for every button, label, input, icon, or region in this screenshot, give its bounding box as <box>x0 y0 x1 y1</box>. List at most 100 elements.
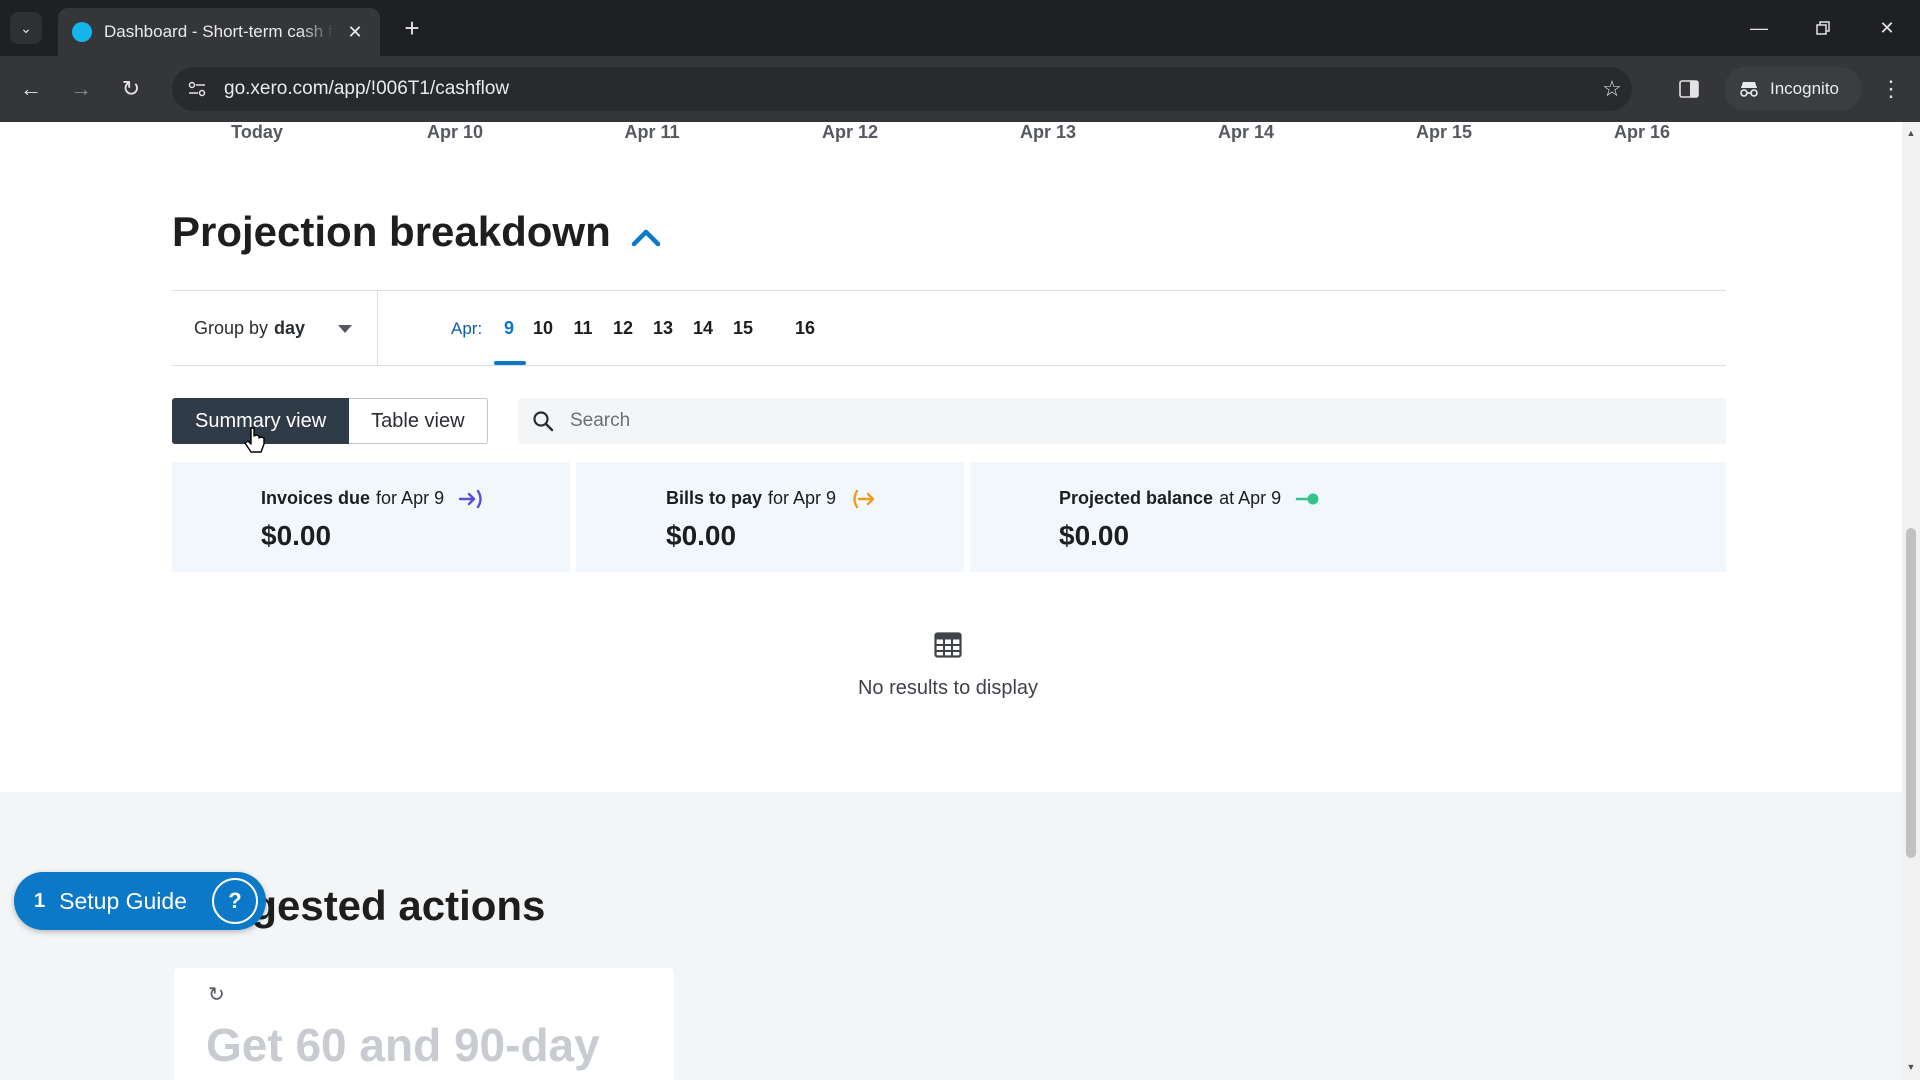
arrow-in-icon <box>458 489 482 508</box>
table-view-button[interactable]: Table view <box>349 398 488 444</box>
card-value: $0.00 <box>261 520 332 551</box>
caret-down-icon <box>338 325 352 333</box>
day-tab-13[interactable]: 13 <box>653 318 673 339</box>
browser-menu-button[interactable]: ⋮ <box>1874 72 1908 106</box>
setup-guide-count: 1 <box>34 889 46 912</box>
help-chat-icon[interactable]: ? <box>212 878 258 924</box>
day-tab-12[interactable]: 12 <box>613 318 633 339</box>
scroll-down-icon[interactable]: ▼ <box>1906 1062 1916 1072</box>
close-icon[interactable]: ✕ <box>344 22 366 43</box>
minimize-icon: — <box>1750 17 1768 38</box>
xero-favicon-icon <box>72 22 92 42</box>
chevron-up-icon <box>631 229 661 247</box>
axis-date-label: Apr 11 <box>624 122 680 142</box>
group-by-prefix: Group by <box>194 317 269 338</box>
browser-toolbar: ← → ↻ go.xero.com/app/!006T1/cashflow ☆ … <box>0 56 1920 122</box>
arrow-right-icon: → <box>70 76 92 101</box>
card-label-bold: Bills to pay <box>666 488 763 508</box>
chart-date-axis: Today Apr 10 Apr 11 Apr 12 Apr 13 Apr 14… <box>0 122 1902 152</box>
view-toggle: Summary view Table view <box>172 398 488 444</box>
setup-guide-button[interactable]: 1 Setup Guide ? <box>14 872 266 930</box>
suggested-action-card[interactable]: ↻ Get 60 and 90-day <box>174 968 674 1080</box>
new-tab-button[interactable]: + <box>396 12 428 44</box>
month-label: Apr: <box>451 319 483 338</box>
url-text: go.xero.com/app/!006T1/cashflow <box>224 78 510 99</box>
close-window-button[interactable]: ✕ <box>1856 0 1918 56</box>
card-label-rest: for Apr 9 <box>768 488 837 508</box>
day-tab-9[interactable]: 9 <box>504 318 514 339</box>
search-icon <box>533 411 554 432</box>
arrow-left-icon: ← <box>20 76 42 101</box>
reload-icon: ↻ <box>121 76 141 101</box>
card-label: Projected balance at Apr 9 <box>1059 488 1321 509</box>
side-panel-icon <box>1679 80 1699 98</box>
incognito-icon <box>1740 82 1758 97</box>
arrow-out-icon <box>853 489 875 508</box>
card-label-rest: for Apr 9 <box>376 488 445 508</box>
side-panel-button[interactable] <box>1672 72 1706 106</box>
card-value: $0.00 <box>1059 520 1130 551</box>
close-icon: ✕ <box>1879 17 1895 38</box>
axis-date-label: Apr 13 <box>1019 122 1077 142</box>
day-tab-15[interactable]: 15 <box>733 318 753 339</box>
selected-day-indicator <box>494 361 526 365</box>
axis-date-label: Today <box>231 122 283 142</box>
restore-button[interactable] <box>1792 0 1854 56</box>
projection-breakdown-title: Projection breakdown <box>172 208 611 255</box>
card-value: $0.00 <box>666 520 737 551</box>
card-label-bold: Projected balance <box>1059 488 1214 508</box>
projected-balance-card: Projected balance at Apr 9 $0.00 <box>970 462 1726 572</box>
search-input[interactable] <box>570 410 1670 432</box>
page-viewport: Today Apr 10 Apr 11 Apr 12 Apr 13 Apr 14… <box>0 122 1902 1080</box>
summary-cards: Invoices due for Apr 9 $0.00 Bills to pa… <box>172 462 1726 572</box>
plus-icon: + <box>404 12 420 43</box>
day-tab-10[interactable]: 10 <box>533 318 553 339</box>
more-vert-icon: ⋮ <box>1880 76 1902 101</box>
empty-state-text: No results to display <box>857 677 1039 699</box>
empty-state: No results to display <box>0 632 1896 700</box>
balance-dot-icon <box>1295 493 1319 504</box>
browser-tab-strip: ⌄ Dashboard - Short-term cash flow ✕ + —… <box>0 0 1920 56</box>
card-label: Invoices due for Apr 9 <box>261 488 484 509</box>
back-button[interactable]: ← <box>14 72 48 106</box>
tab-search-button[interactable]: ⌄ <box>10 12 42 44</box>
page-scrollbar[interactable]: ▲ ▼ <box>1902 122 1920 1080</box>
scroll-thumb[interactable] <box>1906 528 1916 858</box>
scroll-up-icon[interactable]: ▲ <box>1906 128 1916 138</box>
star-icon[interactable]: ☆ <box>1592 76 1632 102</box>
refresh-icon: ↻ <box>208 984 225 1006</box>
collapse-section-button[interactable] <box>626 218 666 258</box>
card-label-bold: Invoices due <box>261 488 371 508</box>
axis-date-label: Apr 14 <box>1217 122 1275 142</box>
axis-date-label: Apr 10 <box>426 122 484 142</box>
day-tab-16[interactable]: 16 <box>795 318 815 339</box>
suggested-action-heading: Get 60 and 90-day <box>206 1019 600 1071</box>
mouse-pointer-icon <box>244 427 265 453</box>
incognito-label: Incognito <box>1770 79 1839 98</box>
projection-filter-bar: Group by day Apr: 9 10 11 12 13 14 15 16 <box>172 290 1726 366</box>
tab-title: Dashboard - Short-term cash flow <box>104 22 334 41</box>
group-by-dropdown[interactable]: Group by day <box>172 291 378 365</box>
minimize-button[interactable]: — <box>1728 0 1790 56</box>
tune-icon[interactable] <box>182 74 212 104</box>
address-bar[interactable]: go.xero.com/app/!006T1/cashflow ☆ <box>172 67 1632 111</box>
card-label-rest: at Apr 9 <box>1219 488 1282 508</box>
chevron-down-icon: ⌄ <box>20 19 32 36</box>
day-tab-11[interactable]: 11 <box>573 318 592 339</box>
table-icon <box>934 632 962 658</box>
restore-icon <box>1816 21 1830 35</box>
setup-guide-label: Setup Guide <box>59 887 187 914</box>
axis-date-label: Apr 15 <box>1415 122 1473 142</box>
axis-date-label: Apr 16 <box>1613 122 1671 142</box>
invoices-due-card: Invoices due for Apr 9 $0.00 <box>172 462 570 572</box>
bills-to-pay-card: Bills to pay for Apr 9 $0.00 <box>576 462 964 572</box>
search-box <box>518 398 1726 444</box>
forward-button[interactable]: → <box>64 72 98 106</box>
reload-button[interactable]: ↻ <box>114 72 148 106</box>
browser-tab-active[interactable]: Dashboard - Short-term cash flow ✕ <box>58 8 380 56</box>
day-tab-14[interactable]: 14 <box>693 318 713 339</box>
card-label: Bills to pay for Apr 9 <box>666 488 876 509</box>
group-by-value: day <box>274 317 306 338</box>
axis-date-label: Apr 12 <box>821 122 879 142</box>
incognito-indicator[interactable]: Incognito <box>1724 67 1862 111</box>
